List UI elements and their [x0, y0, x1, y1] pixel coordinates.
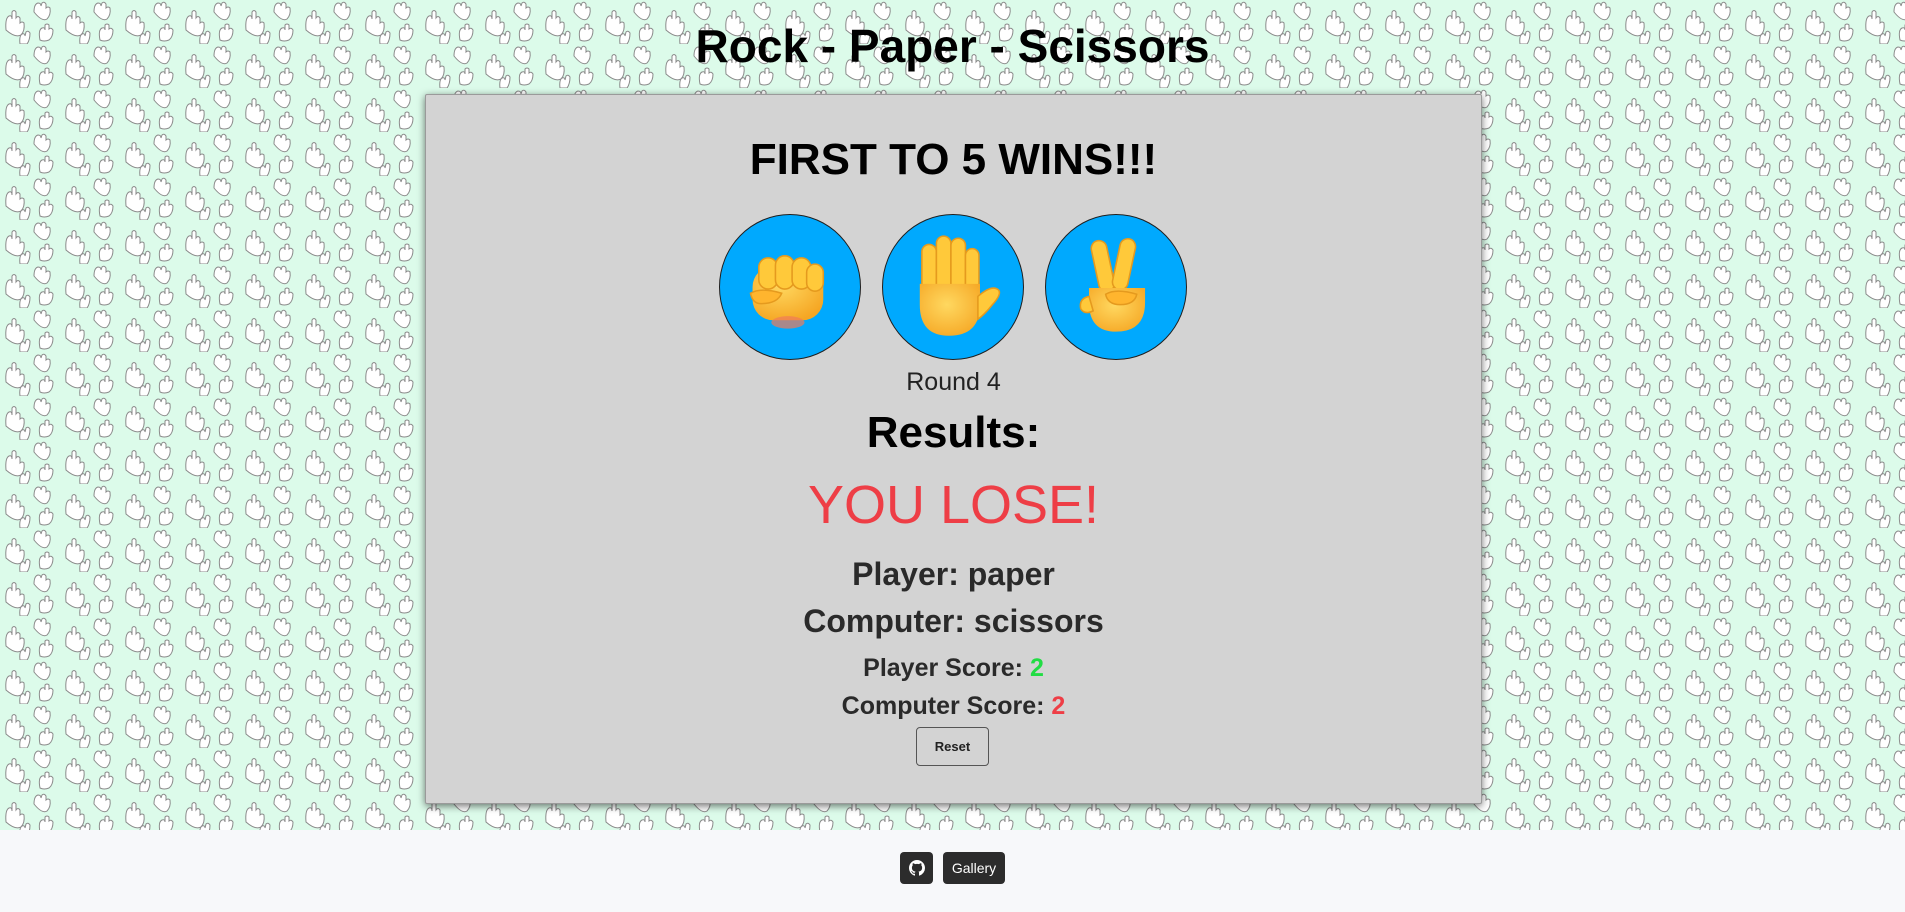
round-outcome: YOU LOSE!	[807, 475, 1100, 535]
github-button[interactable]	[900, 852, 933, 884]
computer-score-value: 2	[1051, 692, 1066, 720]
scissors-button[interactable]	[1045, 214, 1187, 360]
reset-button[interactable]: Reset	[916, 727, 989, 766]
raised-hand-icon	[919, 235, 1001, 336]
github-icon	[908, 860, 925, 876]
results-heading: Results:	[866, 408, 1041, 457]
page-title: Rock - Paper - Scissors	[695, 20, 1210, 72]
rock-button[interactable]	[719, 214, 861, 360]
computer-score: Computer Score: 2	[426, 691, 1481, 721]
round-label: Round 4	[906, 368, 1001, 396]
game-rule-heading: FIRST TO 5 WINS!!!	[749, 135, 1158, 184]
fist-icon	[749, 255, 825, 329]
gallery-button[interactable]: Gallery	[943, 852, 1005, 884]
player-score: Player Score: 2	[426, 653, 1481, 683]
footer: Gallery	[0, 830, 1905, 912]
paper-button[interactable]	[882, 214, 1024, 360]
player-choice: Player: paper	[852, 556, 1055, 592]
computer-choice: Computer: scissors	[803, 603, 1104, 639]
victory-hand-icon	[1079, 237, 1146, 332]
player-score-label: Player Score:	[863, 654, 1023, 682]
computer-score-label: Computer Score:	[841, 692, 1045, 720]
game-card: FIRST TO 5 WINS!!! Round 4 Results: YOU …	[425, 94, 1482, 804]
player-score-value: 2	[1029, 654, 1044, 682]
